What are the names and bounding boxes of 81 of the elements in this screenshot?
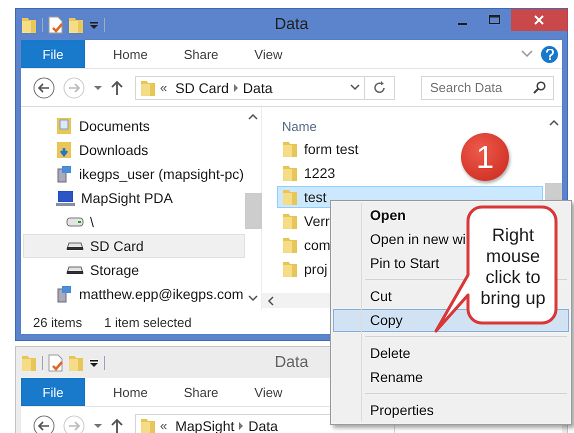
search-field[interactable]: Search Data xyxy=(421,76,554,100)
window-title: Data xyxy=(274,16,308,34)
nav-item[interactable]: Documents xyxy=(23,114,245,138)
folder-icon xyxy=(282,140,298,158)
recent-dropdown[interactable] xyxy=(93,84,103,90)
ribbon-tab[interactable]: File xyxy=(21,40,85,68)
ribbon-tab[interactable]: Home xyxy=(95,378,166,406)
folder-row[interactable]: Verr xyxy=(277,210,331,232)
document-check-icon[interactable] xyxy=(48,354,63,372)
network-computer-icon xyxy=(56,285,73,303)
status-text: 1 item selected xyxy=(104,314,192,330)
menu-item[interactable]: Delete xyxy=(333,342,416,364)
breadcrumb[interactable]: SD Card xyxy=(175,80,229,96)
column-header[interactable]: Name xyxy=(262,107,317,137)
folder-icon xyxy=(282,236,298,254)
ribbon-tab[interactable]: Share xyxy=(166,40,236,68)
nav-item[interactable]: \ xyxy=(23,210,245,234)
chevron-icon xyxy=(232,84,239,92)
breadcrumb[interactable]: Data xyxy=(242,80,272,96)
up-button[interactable] xyxy=(111,80,123,96)
breadcrumb-overflow[interactable]: « xyxy=(160,80,168,95)
drive-icon xyxy=(66,217,84,227)
nav-item[interactable]: Downloads xyxy=(23,138,245,162)
status-text: 26 items xyxy=(33,314,82,330)
nav-item[interactable]: SD Card xyxy=(23,234,245,258)
folder-icon xyxy=(282,164,298,182)
refresh-icon xyxy=(374,81,386,94)
folder-icon[interactable] xyxy=(21,16,37,34)
recent-dropdown[interactable] xyxy=(93,422,103,428)
folder-icon xyxy=(282,260,298,278)
document-check-icon[interactable] xyxy=(48,16,63,34)
help-icon[interactable] xyxy=(541,46,558,62)
nav-item[interactable]: ikegps_user (mapsight-pc) xyxy=(23,162,245,186)
breadcrumb-overflow[interactable]: « xyxy=(160,418,168,433)
menu-item[interactable]: Pin to Start xyxy=(333,252,444,274)
breadcrumb[interactable]: Data xyxy=(248,418,278,433)
folder-row[interactable]: form test xyxy=(277,138,360,160)
menu-item[interactable]: Rename xyxy=(333,366,428,388)
chevron-icon xyxy=(238,422,244,430)
maximize-icon xyxy=(489,15,500,25)
search-icon xyxy=(533,80,546,94)
close-button[interactable] xyxy=(510,9,568,31)
address-bar[interactable]: « SD Card Data xyxy=(135,76,395,100)
close-icon xyxy=(534,15,544,25)
ribbon-tab[interactable]: Share xyxy=(166,378,236,406)
back-button[interactable] xyxy=(33,414,55,433)
network-computer-icon xyxy=(56,165,73,183)
scroll-up-icon[interactable] xyxy=(248,113,258,121)
folder-row[interactable]: 1223 xyxy=(277,162,336,184)
back-button[interactable] xyxy=(33,76,55,98)
folder-row[interactable]: com xyxy=(277,234,332,256)
nav-item[interactable]: Storage xyxy=(23,258,245,282)
downloads-folder-icon xyxy=(56,141,73,159)
expand-ribbon-icon[interactable] xyxy=(521,50,533,58)
window-title: Data xyxy=(274,354,308,372)
ribbon-tab[interactable]: View xyxy=(236,40,300,68)
ribbon-tab[interactable]: View xyxy=(236,378,300,406)
ribbon-tab[interactable]: Home xyxy=(95,40,166,68)
dropdown-icon[interactable] xyxy=(89,358,99,368)
nav-item[interactable]: MapSight PDA xyxy=(23,186,245,210)
dropdown-icon[interactable] xyxy=(350,84,360,91)
folder-icon xyxy=(140,78,156,96)
menu-item[interactable]: Open in new wi xyxy=(333,228,471,250)
folder-icon[interactable] xyxy=(68,16,84,34)
menu-item[interactable]: Cut xyxy=(333,284,397,308)
documents-library-icon xyxy=(56,117,73,135)
folder-icon xyxy=(140,416,156,433)
computer-icon xyxy=(56,190,75,206)
scroll-up-icon[interactable] xyxy=(548,119,558,127)
scroll-left-icon[interactable] xyxy=(267,296,275,306)
folder-icon xyxy=(282,212,298,230)
nav-item[interactable]: matthew.epp@ikegps.com xyxy=(23,282,245,306)
removable-drive-icon xyxy=(66,241,84,251)
scrollbar-thumb[interactable] xyxy=(244,193,262,229)
up-button[interactable] xyxy=(111,418,123,433)
ribbon-tab[interactable]: File xyxy=(21,378,85,406)
folder-row[interactable]: proj xyxy=(277,258,328,280)
removable-drive-icon xyxy=(66,265,84,275)
scroll-down-icon[interactable] xyxy=(248,294,258,302)
minimize-icon xyxy=(458,23,468,25)
folder-icon xyxy=(282,188,298,206)
